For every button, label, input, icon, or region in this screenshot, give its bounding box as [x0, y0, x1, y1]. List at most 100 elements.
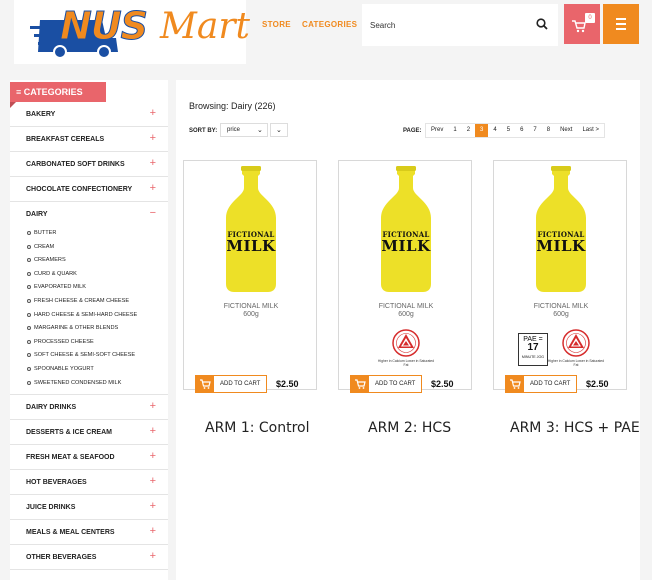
nav-categories-link[interactable]: CATEGORIES	[302, 20, 357, 29]
subcategory-item[interactable]: PROCESSED CHEESE	[10, 336, 168, 350]
subcategory-item[interactable]: HARD CHEESE & SEMI-HARD CHEESE	[10, 309, 168, 323]
category-label: HOT BEVERAGES	[26, 479, 87, 487]
expand-icon[interactable]: +	[150, 182, 156, 194]
categories-tab: ≡ CATEGORIES	[10, 82, 106, 102]
subcategory-item[interactable]: MARGARINE & OTHER BLENDS	[10, 322, 168, 336]
menu-button[interactable]	[603, 4, 639, 44]
subcategory-label: MARGARINE & OTHER BLENDS	[34, 325, 119, 332]
search-icon[interactable]	[536, 18, 548, 30]
page-link[interactable]: 3	[475, 124, 489, 137]
bottle-label-line2: MILK	[381, 237, 431, 255]
category-item[interactable]: DAIRY DRINKS +	[10, 395, 168, 421]
subcategory-item[interactable]: EVAPORATED MILK	[10, 281, 168, 295]
product-card[interactable]: FICTIONAL MILK FICTIONAL MILK 600g ADD TO CA…	[183, 160, 317, 393]
expand-icon[interactable]: +	[150, 157, 156, 169]
page-link[interactable]: 4	[488, 124, 501, 137]
subcategory-item[interactable]: CREAM	[10, 241, 168, 255]
page-link[interactable]: 2	[462, 124, 475, 137]
page-link[interactable]: Last >	[577, 124, 604, 137]
category-item[interactable]: CARBONATED SOFT DRINKS +	[10, 152, 168, 177]
subcategory-item[interactable]: FRESH CHEESE & CREAM CHEESE	[10, 295, 168, 309]
category-item[interactable]: FRESH MEAT & SEAFOOD +	[10, 445, 168, 471]
category-label: DAIRY DRINKS	[26, 404, 77, 412]
bullet-icon	[27, 231, 31, 235]
expand-icon[interactable]: +	[150, 132, 156, 144]
page-link[interactable]: Prev	[426, 124, 448, 137]
category-item[interactable]: DAIRY −	[10, 202, 168, 227]
subcategory-item[interactable]: SOFT CHEESE & SEMI-SOFT CHEESE	[10, 349, 168, 363]
bullet-icon	[27, 312, 31, 317]
category-sidebar: BAKERY + BREAKFAST CEREALS + CARBONATED SOFT…	[10, 80, 168, 580]
pagination: Prev 1 2 3 4 5 6 7 8 Next Last >	[425, 123, 605, 138]
page-label: PAGE:	[403, 128, 422, 134]
hcs-caption: Higher in Calcium Lower in Saturated Fat	[377, 359, 435, 367]
category-item[interactable]: CHOCOLATE CONFECTIONERY +	[10, 177, 168, 202]
healthier-choice-symbol-icon	[392, 329, 420, 357]
category-item[interactable]: JUICE DRINKS +	[10, 495, 168, 521]
category-item[interactable]: OTHER BEVERAGES +	[10, 545, 168, 571]
menu-icon-bar	[616, 23, 626, 25]
arm-label: ARM 2: HCS	[368, 420, 452, 436]
category-item[interactable]: HOT BEVERAGES +	[10, 470, 168, 496]
category-label: MEALS & MEAL CENTERS	[26, 529, 115, 537]
collapse-icon[interactable]: −	[150, 207, 156, 219]
expand-icon[interactable]: +	[150, 400, 156, 412]
site-logo[interactable]: NUS Mart	[14, 0, 250, 64]
subcategory-item[interactable]: BUTTER	[10, 227, 168, 241]
category-list: BAKERY + BREAKFAST CEREALS + CARBONATED SOFT…	[10, 102, 168, 571]
cart-icon	[351, 376, 369, 392]
subcategory-label: SWEETENED CONDENSED MILK	[34, 379, 122, 386]
expand-icon[interactable]: +	[150, 550, 156, 562]
subcategory-label: PROCESSED CHEESE	[34, 338, 94, 345]
expand-icon[interactable]: +	[150, 475, 156, 487]
cart-icon	[506, 376, 524, 392]
search-input[interactable]: Search	[362, 4, 558, 46]
add-to-cart-button[interactable]: ADD TO CART	[195, 375, 267, 393]
bullet-icon	[27, 353, 31, 358]
pae-unit: MINUTE JOG	[521, 355, 545, 359]
add-to-cart-button[interactable]: ADD TO CART	[505, 375, 577, 393]
hcs-caption: Higher in Calcium Lower in Saturated Fat	[547, 359, 605, 367]
cart-button[interactable]: 0	[564, 4, 600, 44]
expand-icon[interactable]: +	[150, 425, 156, 437]
cart-count-badge: 0	[585, 13, 595, 23]
logo-mart-text: Mart	[160, 6, 250, 47]
bullet-icon	[27, 244, 31, 249]
pae-label: PAE = 17 MINUTE JOG	[518, 333, 548, 366]
sort-select[interactable]: price ⌄	[220, 123, 268, 137]
expand-icon[interactable]: +	[150, 525, 156, 537]
bullet-icon	[27, 339, 31, 344]
product-card[interactable]: FICTIONAL MILK FICTIONAL MILK 600g Higher in…	[493, 160, 627, 393]
nav-store-link[interactable]: STORE	[262, 20, 291, 29]
category-item[interactable]: DESSERTS & ICE CREAM +	[10, 420, 168, 446]
subcategory-item[interactable]: SPOONABLE YOGURT	[10, 363, 168, 377]
add-to-cart-button[interactable]: ADD TO CART	[350, 375, 422, 393]
cart-icon	[196, 376, 214, 392]
subcategory-item[interactable]: CREAMERS	[10, 254, 168, 268]
bullet-icon	[27, 380, 31, 385]
subcategory-label: CREAM	[34, 243, 55, 250]
subcategory-label: EVAPORATED MILK	[34, 284, 87, 291]
page-link[interactable]: 8	[542, 124, 555, 137]
category-item[interactable]: BREAKFAST CEREALS +	[10, 127, 168, 152]
category-label: FRESH MEAT & SEAFOOD	[26, 454, 115, 462]
bullet-icon	[27, 326, 31, 331]
expand-icon[interactable]: +	[150, 500, 156, 512]
subcategory-item[interactable]: SWEETENED CONDENSED MILK	[10, 377, 168, 391]
expand-icon[interactable]: +	[150, 107, 156, 119]
page-link[interactable]: 5	[502, 124, 515, 137]
category-item[interactable]: MEALS & MEAL CENTERS +	[10, 520, 168, 546]
subcategory-label: SOFT CHEESE & SEMI-SOFT CHEESE	[34, 352, 136, 359]
page-link[interactable]: Next	[555, 124, 577, 137]
page-link[interactable]: 6	[515, 124, 528, 137]
page-link[interactable]: 7	[528, 124, 541, 137]
subcategory-item[interactable]: CURD & QUARK	[10, 268, 168, 282]
category-label: DESSERTS & ICE CREAM	[26, 429, 112, 437]
categories-title: ≡ CATEGORIES	[16, 87, 83, 97]
page-link[interactable]: 1	[448, 124, 461, 137]
product-listing: Browsing: Dairy (226) SORT BY: price ⌄ ⌄…	[176, 80, 640, 580]
sort-order-select[interactable]: ⌄	[270, 123, 288, 137]
category-item[interactable]: BAKERY +	[10, 102, 168, 127]
product-card[interactable]: FICTIONAL MILK FICTIONAL MILK 600g Higher in…	[338, 160, 472, 393]
expand-icon[interactable]: +	[150, 450, 156, 462]
